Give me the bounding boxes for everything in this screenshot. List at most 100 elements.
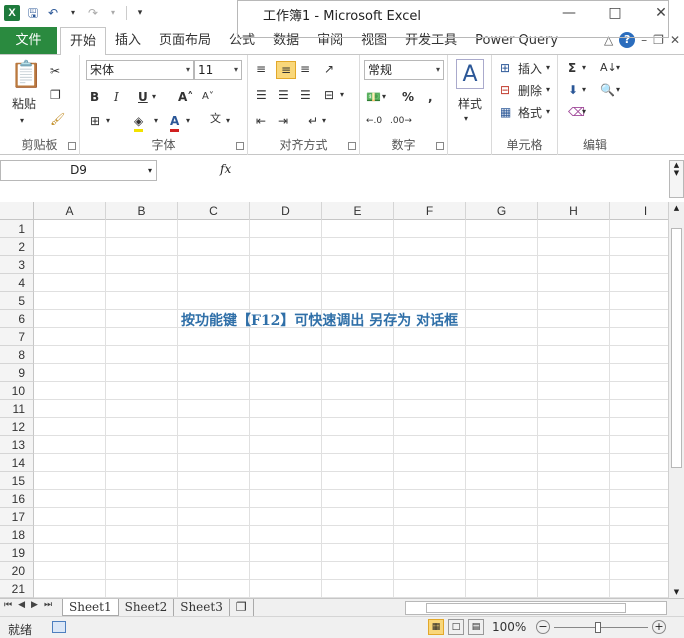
chevron-down-icon[interactable]: ▾ — [106, 113, 110, 129]
copy-icon[interactable]: ❐ — [50, 87, 61, 103]
horizontal-scrollbar[interactable] — [405, 601, 667, 615]
new-sheet-icon[interactable]: ❐ — [230, 599, 254, 616]
font-size-select[interactable]: 11 ▾ — [194, 60, 242, 80]
chevron-down-icon[interactable]: ▾ — [546, 104, 550, 120]
row-header[interactable]: 9 — [0, 364, 34, 382]
paste-icon[interactable]: 📋 — [10, 59, 42, 91]
next-sheet-icon[interactable]: ▶ — [31, 600, 38, 610]
column-header-b[interactable]: B — [106, 202, 178, 220]
autosum-icon[interactable]: Σ — [568, 60, 576, 76]
chevron-down-icon[interactable]: ▾ — [582, 60, 586, 76]
wrap-text-icon[interactable]: ↵ — [308, 113, 318, 129]
percent-icon[interactable]: % — [402, 89, 414, 105]
chevron-down-icon[interactable]: ▾ — [546, 82, 550, 98]
vertical-scroll-thumb[interactable] — [671, 228, 682, 468]
row-header[interactable]: 20 — [0, 562, 34, 580]
zoom-knob[interactable] — [595, 622, 601, 633]
horizontal-scroll-thumb[interactable] — [426, 603, 626, 613]
sheet-tab-sheet1[interactable]: Sheet1 — [62, 599, 119, 616]
vertical-scrollbar[interactable]: ▲ ▼ — [668, 202, 684, 598]
orientation-icon[interactable]: ↗ — [324, 61, 334, 77]
align-left-icon[interactable]: ☰ — [256, 87, 267, 103]
column-header-h[interactable]: H — [538, 202, 610, 220]
scroll-down-icon[interactable]: ▼ — [669, 588, 684, 596]
chevron-down-icon[interactable]: ▾ — [616, 82, 620, 98]
decrease-decimal-icon[interactable]: .00→ — [390, 113, 412, 129]
align-bottom-icon[interactable]: ≡ — [300, 61, 310, 77]
column-header-f[interactable]: F — [394, 202, 466, 220]
increase-indent-icon[interactable]: ⇥ — [278, 113, 288, 129]
chevron-down-icon[interactable]: ▾ — [186, 113, 190, 129]
align-center-icon[interactable]: ☰ — [278, 87, 289, 103]
chevron-down-icon[interactable]: ▾ — [20, 113, 24, 129]
column-header-g[interactable]: G — [466, 202, 538, 220]
styles-icon[interactable]: A — [456, 59, 484, 89]
row-header[interactable]: 6 — [0, 310, 34, 328]
scroll-up-icon[interactable]: ▲ — [669, 204, 684, 212]
align-middle-icon[interactable]: ≡ — [276, 61, 296, 79]
tab-insert[interactable]: 插入 — [106, 27, 150, 55]
sheet-tab-sheet2[interactable]: Sheet2 — [119, 599, 175, 616]
record-macro-icon[interactable] — [52, 621, 66, 633]
borders-icon[interactable]: ⊞ — [90, 113, 100, 129]
name-box[interactable]: D9 ▾ — [0, 160, 157, 181]
formula-input[interactable] — [237, 0, 669, 38]
chevron-down-icon[interactable]: ▾ — [322, 113, 326, 129]
chevron-down-icon[interactable]: ▾ — [464, 111, 468, 127]
align-right-icon[interactable]: ☰ — [300, 87, 311, 103]
zoom-track[interactable] — [554, 627, 648, 628]
chevron-down-icon[interactable]: ▾ — [226, 113, 230, 129]
number-format-select[interactable]: 常规 ▾ — [364, 60, 444, 80]
chevron-down-icon[interactable]: ▾ — [582, 82, 586, 98]
dialog-launcher-icon[interactable] — [348, 142, 356, 150]
increase-decimal-icon[interactable]: ←.0 — [366, 113, 382, 129]
row-header[interactable]: 7 — [0, 328, 34, 346]
row-header[interactable]: 10 — [0, 382, 34, 400]
row-header[interactable]: 13 — [0, 436, 34, 454]
sort-filter-icon[interactable]: A↓ — [600, 60, 617, 76]
row-header[interactable]: 4 — [0, 274, 34, 292]
tab-home[interactable]: 开始 — [60, 27, 107, 56]
page-layout-view-icon[interactable]: □ — [448, 619, 464, 635]
find-select-icon[interactable]: 🔍 — [600, 82, 615, 98]
column-header-e[interactable]: E — [322, 202, 394, 220]
insert-function-icon[interactable]: fx — [220, 162, 231, 176]
format-painter-icon[interactable]: 🖌 — [50, 111, 65, 127]
dialog-launcher-icon[interactable] — [236, 142, 244, 150]
zoom-level[interactable]: 100% — [492, 620, 526, 634]
insert-cells-icon[interactable]: ⊞ — [500, 60, 510, 76]
bold-icon[interactable]: B — [90, 89, 99, 105]
font-color-icon[interactable]: A — [170, 113, 180, 132]
column-header-i[interactable]: I — [610, 202, 668, 220]
row-header[interactable]: 18 — [0, 526, 34, 544]
increase-font-icon[interactable]: A˄ — [178, 89, 193, 105]
cut-icon[interactable]: ✂ — [50, 63, 60, 79]
chevron-down-icon[interactable]: ▾ — [582, 104, 586, 120]
chevron-down-icon[interactable]: ▾ — [154, 113, 158, 129]
column-header-d[interactable]: D — [250, 202, 322, 220]
row-header[interactable]: 12 — [0, 418, 34, 436]
close-workbook-icon[interactable]: ✕ — [670, 33, 680, 47]
comma-style-icon[interactable]: , — [428, 89, 433, 105]
delete-cells-icon[interactable]: ⊟ — [500, 82, 510, 98]
row-header[interactable]: 5 — [0, 292, 34, 310]
paste-button[interactable]: 粘贴 — [12, 95, 36, 112]
row-header[interactable]: 14 — [0, 454, 34, 472]
phonetic-guide-icon[interactable]: 文 — [210, 111, 221, 127]
fill-icon[interactable]: ⬇ — [568, 82, 578, 98]
prev-sheet-icon[interactable]: ◀ — [18, 600, 25, 610]
row-header[interactable]: 1 — [0, 220, 34, 238]
formula-bar-expand-icon[interactable]: ▲ ▼ — [669, 160, 684, 198]
row-header[interactable]: 17 — [0, 508, 34, 526]
row-header[interactable]: 8 — [0, 346, 34, 364]
row-header[interactable]: 2 — [0, 238, 34, 256]
decrease-indent-icon[interactable]: ⇤ — [256, 113, 266, 129]
row-header[interactable]: 11 — [0, 400, 34, 418]
format-cells-button[interactable]: 格式 — [518, 104, 542, 121]
first-sheet-icon[interactable]: ⏮ — [4, 600, 12, 610]
sheet-tab-sheet3[interactable]: Sheet3 — [174, 599, 230, 616]
row-header[interactable]: 21 — [0, 580, 34, 598]
zoom-in-icon[interactable]: + — [652, 620, 666, 634]
underline-icon[interactable]: U — [138, 89, 148, 105]
cell-area[interactable] — [34, 220, 668, 598]
